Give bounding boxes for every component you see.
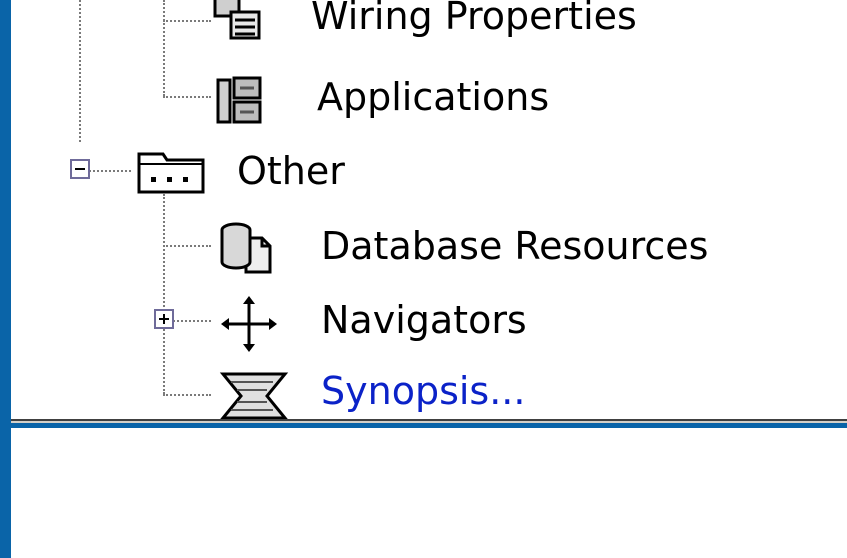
tree-line xyxy=(163,20,211,22)
tree-item-label: Wiring Properties xyxy=(311,0,637,38)
tree-line xyxy=(163,245,211,247)
synopsis-icon xyxy=(219,372,289,419)
tree-item-label: Navigators xyxy=(321,298,527,342)
tree-line xyxy=(79,0,81,142)
collapse-button[interactable] xyxy=(70,159,90,179)
tree-line xyxy=(163,394,211,396)
tree-line xyxy=(173,320,211,322)
minus-icon xyxy=(75,168,85,170)
details-pane xyxy=(11,428,847,558)
tree-line xyxy=(163,96,211,98)
tree-line xyxy=(89,170,131,172)
plus-icon xyxy=(159,314,169,324)
wiring-properties-icon xyxy=(213,0,261,40)
tree-view[interactable]: Wiring Properties Applications Other Dat… xyxy=(11,0,847,419)
tree-line xyxy=(163,0,165,96)
navigators-icon xyxy=(221,296,277,352)
expand-button[interactable] xyxy=(154,309,174,329)
synopsis-link[interactable]: Synopsis... xyxy=(321,372,525,410)
tree-item-label: Applications xyxy=(317,75,550,119)
pane-divider-highlight xyxy=(11,421,847,423)
folder-icon xyxy=(137,152,205,194)
tree-item-label: Database Resources xyxy=(321,224,709,268)
tree-item-label: Other xyxy=(237,149,345,193)
tree-line xyxy=(163,194,165,394)
applications-icon xyxy=(216,76,262,124)
database-icon xyxy=(220,222,272,274)
